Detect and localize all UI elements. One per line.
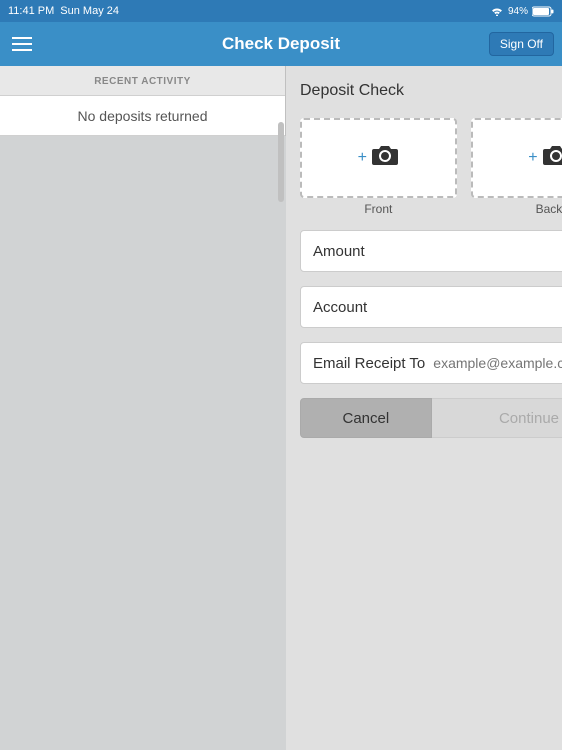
sign-off-button[interactable]: Sign Off	[489, 32, 554, 56]
menu-button[interactable]	[12, 37, 32, 51]
battery-icon	[532, 6, 554, 17]
date-display: Sun May 24	[60, 5, 119, 17]
hamburger-icon	[12, 49, 32, 51]
left-panel: RECENT ACTIVITY No deposits returned	[0, 66, 286, 136]
plus-icon-back: +	[528, 149, 537, 167]
front-check-box: + Front	[300, 118, 457, 216]
scroll-bar[interactable]	[278, 122, 284, 202]
page-title: Check Deposit	[222, 34, 340, 54]
email-receipt-label: Email Receipt To	[313, 355, 425, 372]
hamburger-icon	[12, 37, 32, 39]
plus-icon-front: +	[358, 149, 367, 167]
account-label: Account	[313, 299, 367, 316]
time-display: 11:41 PM	[8, 5, 54, 17]
battery-percent: 94%	[508, 6, 528, 17]
camera-icon-back	[542, 144, 562, 172]
amount-row[interactable]: Amount ›	[300, 230, 562, 272]
front-image-button[interactable]: +	[300, 118, 457, 198]
no-deposits-message: No deposits returned	[0, 96, 285, 136]
buttons-row: Cancel Continue	[300, 398, 562, 438]
continue-button[interactable]: Continue	[432, 398, 562, 438]
back-check-box: + Back	[471, 118, 562, 216]
nav-bar: Check Deposit Sign Off	[0, 22, 562, 66]
status-bar-right: 94%	[490, 6, 554, 17]
cancel-button[interactable]: Cancel	[300, 398, 432, 438]
recent-activity-header: RECENT ACTIVITY	[0, 66, 285, 96]
status-bar-left: 11:41 PM Sun May 24	[8, 5, 119, 17]
status-bar: 11:41 PM Sun May 24 94%	[0, 0, 562, 22]
hamburger-icon	[12, 43, 32, 45]
back-label: Back	[536, 202, 562, 216]
back-image-button[interactable]: +	[471, 118, 562, 198]
email-receipt-row: Email Receipt To	[300, 342, 562, 384]
camera-icon-front	[371, 144, 399, 172]
email-input[interactable]	[433, 355, 562, 371]
check-images-row: + Front +	[300, 118, 562, 216]
wifi-icon	[490, 6, 504, 16]
right-panel: Deposit Check + Front +	[286, 66, 562, 750]
account-row[interactable]: Account ›	[300, 286, 562, 328]
main-layout: RECENT ACTIVITY No deposits returned Dep…	[0, 66, 562, 750]
amount-label: Amount	[313, 243, 365, 260]
front-label: Front	[364, 202, 392, 216]
left-panel-wrapper: RECENT ACTIVITY No deposits returned	[0, 66, 286, 750]
deposit-check-title: Deposit Check	[300, 82, 562, 100]
